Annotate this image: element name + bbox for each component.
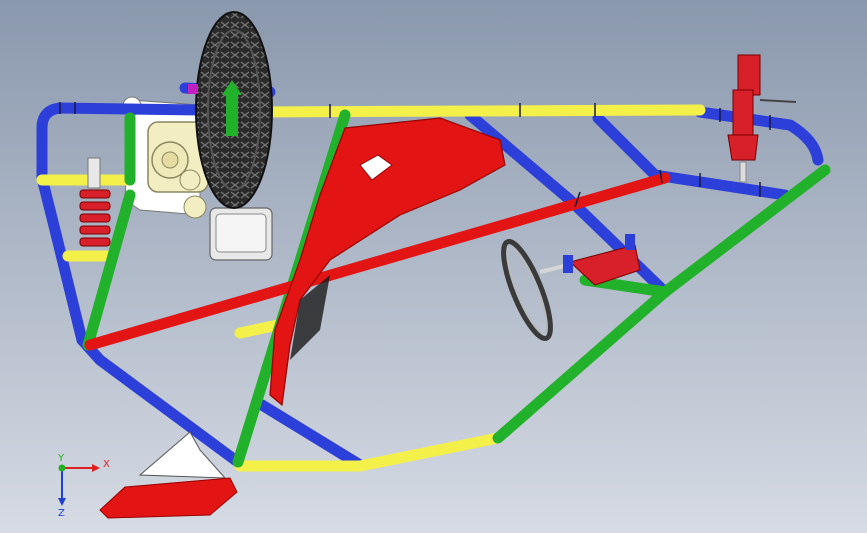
- kart-frame-scene[interactable]: X Y Z: [0, 0, 867, 533]
- z-axis-label: Z: [58, 508, 65, 519]
- y-axis-label: Y: [57, 453, 65, 464]
- x-axis-label: X: [103, 459, 110, 470]
- y-axis-icon: [58, 464, 66, 472]
- cad-viewport[interactable]: X Y Z: [0, 0, 867, 533]
